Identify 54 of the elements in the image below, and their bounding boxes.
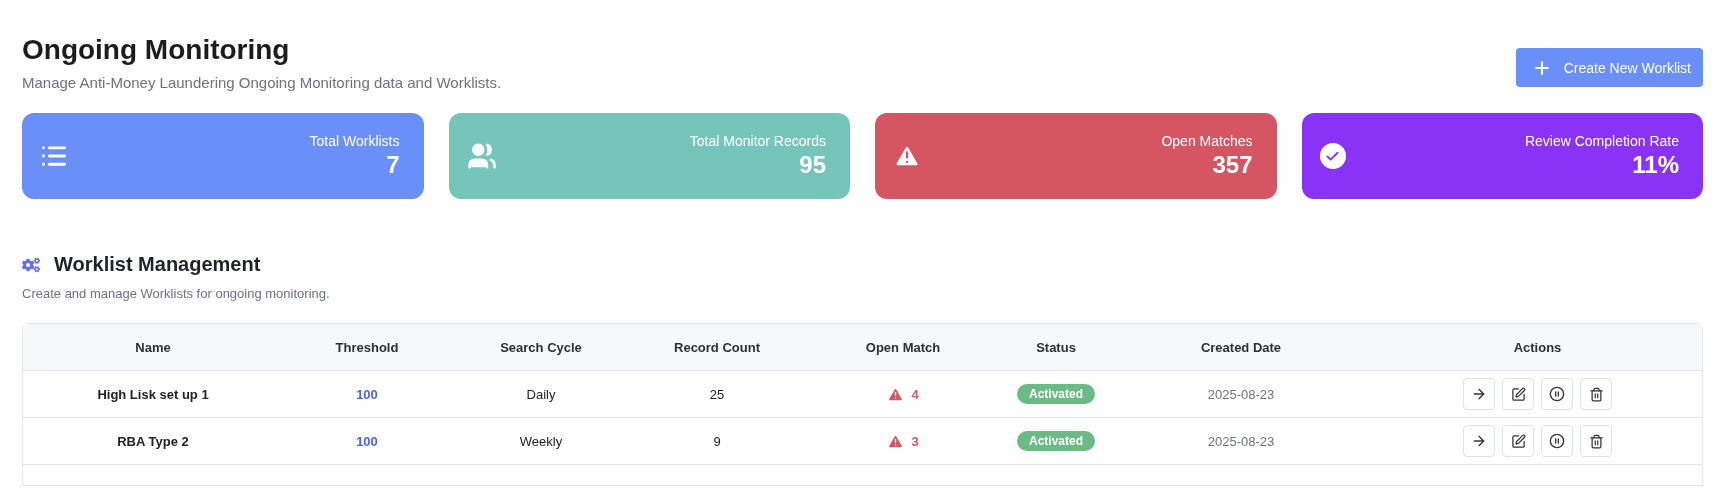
trash-icon bbox=[1588, 433, 1604, 449]
column-header: Record Count bbox=[674, 339, 760, 355]
stat-value: 95 bbox=[799, 151, 826, 179]
column-header: Actions bbox=[1513, 339, 1562, 355]
table-cell: 2025-08-23 bbox=[1207, 386, 1275, 402]
table-cell: 100 bbox=[356, 386, 378, 402]
page-subtitle: Manage Anti-Money Laundering Ongoing Monitoring data and Worklists. bbox=[22, 74, 502, 91]
pause-button[interactable] bbox=[1541, 378, 1573, 410]
edit-icon bbox=[1510, 433, 1526, 449]
stat-label: Open Matches bbox=[1161, 133, 1253, 149]
status-badge: Activated bbox=[1017, 384, 1095, 404]
section-title: Worklist Management bbox=[54, 253, 261, 276]
stat-label: Total Monitor Records bbox=[689, 133, 826, 149]
open-match-count: 4 bbox=[887, 385, 919, 403]
pause-icon bbox=[1549, 433, 1565, 449]
column-header: Name bbox=[135, 339, 171, 355]
status-badge: Activated bbox=[1017, 431, 1095, 451]
stat-value: 357 bbox=[1212, 151, 1253, 179]
open-button[interactable] bbox=[1463, 425, 1495, 457]
table-cell: 25 bbox=[709, 386, 725, 402]
open-match-count: 3 bbox=[887, 432, 919, 450]
column-header: Created Date bbox=[1200, 339, 1282, 355]
open-button[interactable] bbox=[1463, 378, 1495, 410]
pause-button[interactable] bbox=[1541, 425, 1573, 457]
edit-button[interactable] bbox=[1502, 378, 1534, 410]
column-header: Open Match bbox=[865, 339, 941, 355]
arrow-icon bbox=[1471, 386, 1487, 402]
table-cell: 100 bbox=[356, 433, 378, 449]
table-cell: Weekly bbox=[519, 433, 563, 449]
table-cell: 2025-08-23 bbox=[1207, 433, 1275, 449]
pause-icon bbox=[1549, 386, 1565, 402]
column-header: Search Cycle bbox=[500, 339, 582, 355]
column-header: Status bbox=[1036, 339, 1076, 355]
table-cell: RBA Type 2 bbox=[117, 433, 189, 449]
create-worklist-button[interactable]: Create New Worklist bbox=[1515, 48, 1703, 87]
column-header: Threshold bbox=[335, 339, 399, 355]
delete-button[interactable] bbox=[1580, 425, 1612, 457]
trash-icon bbox=[1588, 386, 1604, 402]
gears-icon bbox=[22, 255, 40, 274]
stat-value: 11% bbox=[1632, 151, 1679, 179]
delete-button[interactable] bbox=[1580, 378, 1612, 410]
stat-label: Review Completion Rate bbox=[1524, 133, 1679, 149]
stat-value: 7 bbox=[386, 151, 400, 179]
users-icon bbox=[466, 141, 497, 171]
check-circle-icon bbox=[1319, 143, 1346, 169]
section-subtitle: Create and manage Worklists for ongoing monitoring. bbox=[22, 286, 331, 301]
table-cell: Daily bbox=[526, 386, 556, 402]
edit-icon bbox=[1510, 386, 1526, 402]
page-title: Ongoing Monitoring bbox=[22, 34, 291, 66]
arrow-icon bbox=[1471, 433, 1487, 449]
table-cell: High Lisk set up 1 bbox=[97, 386, 209, 402]
edit-button[interactable] bbox=[1502, 425, 1534, 457]
stat-label: Total Worklists bbox=[309, 133, 400, 149]
table-cell: 9 bbox=[713, 433, 721, 449]
